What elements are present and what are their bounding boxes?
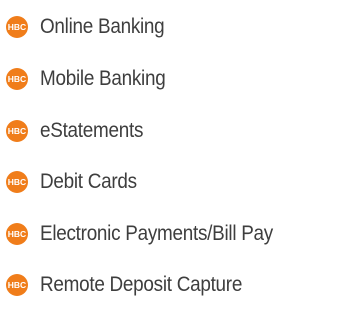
service-item-estatements[interactable]: HBC eStatements: [0, 116, 155, 146]
svg-text:HBC: HBC: [8, 22, 26, 32]
service-item-debit-cards[interactable]: HBC Debit Cards: [0, 167, 148, 197]
hbc-logo-icon: HBC: [6, 223, 28, 245]
service-label: Remote Deposit Capture: [40, 273, 243, 296]
svg-text:HBC: HBC: [8, 74, 26, 84]
service-item-online-banking[interactable]: HBC Online Banking: [0, 12, 178, 42]
hbc-logo-icon: HBC: [6, 171, 28, 193]
service-item-mobile-banking[interactable]: HBC Mobile Banking: [0, 64, 179, 94]
hbc-logo-icon: HBC: [6, 120, 28, 142]
service-label: Debit Cards: [40, 170, 137, 193]
service-item-electronic-payments[interactable]: HBC Electronic Payments/Bill Pay: [0, 219, 299, 249]
svg-text:HBC: HBC: [8, 126, 26, 136]
service-item-remote-deposit-capture[interactable]: HBC Remote Deposit Capture: [0, 270, 265, 300]
svg-text:HBC: HBC: [8, 280, 26, 290]
service-label: Mobile Banking: [40, 67, 166, 90]
service-label: Online Banking: [40, 15, 165, 38]
hbc-logo-icon: HBC: [6, 274, 28, 296]
hbc-logo-icon: HBC: [6, 16, 28, 38]
service-label: Electronic Payments/Bill Pay: [40, 222, 273, 245]
svg-text:HBC: HBC: [8, 229, 26, 239]
svg-text:HBC: HBC: [8, 177, 26, 187]
service-label: eStatements: [40, 119, 144, 142]
hbc-logo-icon: HBC: [6, 68, 28, 90]
services-list: HBC Online Banking HBC Mobile Banking HB…: [0, 0, 358, 312]
